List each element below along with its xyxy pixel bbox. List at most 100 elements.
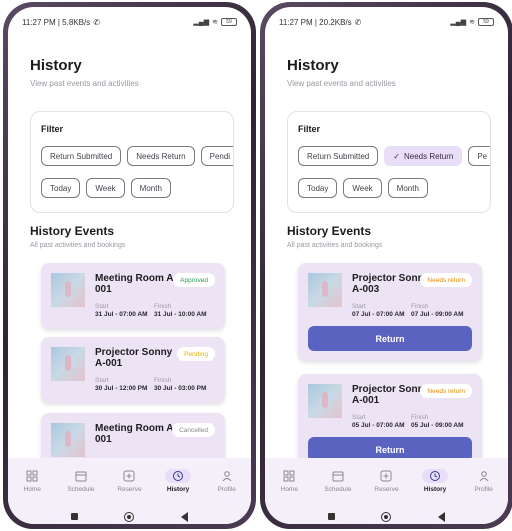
status-badge: Approved [173,273,215,287]
home-grid-icon [25,469,39,483]
chip-return-submitted[interactable]: Return Submitted [298,146,379,166]
section-subtitle: All past activities and bookings [287,242,383,249]
person-icon [477,469,491,483]
start-time: 31 Jul - 07:00 AM [95,311,148,318]
period-chip-row: Today Week Month [298,178,428,198]
chip-pending[interactable]: Pendi [200,146,233,166]
return-button[interactable]: Return [308,326,472,351]
nav-home[interactable]: Home [12,469,52,493]
event-card[interactable]: Projector Sonny A-001 Pending Start Fini… [41,337,225,403]
nav-profile[interactable]: Profile [464,469,504,493]
chip-pending[interactable]: Pe [468,146,490,166]
wifi-icon: ≋ [469,19,475,26]
signal-icon: ▂▄▆ [193,19,210,26]
nav-history[interactable]: History [415,469,455,493]
event-thumbnail [308,273,342,307]
back-icon[interactable] [437,511,445,522]
system-nav-bar [265,504,508,524]
nav-profile[interactable]: Profile [207,469,247,493]
finish-time: 07 Jul - 09:00 AM [411,311,464,318]
chip-month[interactable]: Month [130,178,171,198]
calendar-icon [331,469,345,483]
recents-icon[interactable] [71,513,79,520]
nav-reserve[interactable]: Reserve [109,469,149,493]
start-label: Start [95,377,109,384]
check-icon: ✓ [393,151,400,161]
chip-today[interactable]: Today [298,178,338,198]
status-bar: 11:27 PM | 20.2KB/s ✆ ▂▄▆ ≋ 59 [279,15,494,29]
home-grid-icon [282,469,296,483]
event-thumbnail [308,384,342,418]
home-button-icon[interactable] [124,511,135,522]
nav-reserve[interactable]: Reserve [366,469,406,493]
chip-needs-return[interactable]: ✓ Needs Return [384,146,463,166]
bottom-nav: Home Schedule Reserve History Profile [8,458,251,504]
event-thumbnail [51,273,85,307]
start-label: Start [352,414,366,421]
event-title: Meeting Room A 001 [95,423,174,445]
chip-return-submitted[interactable]: Return Submitted [41,146,122,166]
event-title: Projector Sonny A-001 [95,347,173,369]
status-time: 11:27 PM | 5.8KB/s [22,17,91,27]
status-time: 11:27 PM | 20.2KB/s [279,17,352,27]
back-icon[interactable] [180,511,188,522]
nav-schedule[interactable]: Schedule [61,469,101,493]
filter-label: Filter [298,124,321,134]
event-thumbnail [51,347,85,381]
page-subtitle: View past events and activities [287,79,396,88]
plus-square-icon [379,469,393,483]
notification-icon: ✆ [93,17,100,27]
event-card[interactable]: Projector Sonny A-003 Needs return Start… [298,263,482,361]
screen-right: 11:27 PM | 20.2KB/s ✆ ▂▄▆ ≋ 59 History V… [265,7,508,524]
wifi-icon: ≋ [212,19,218,26]
start-time: 30 Jul - 12:00 PM [95,385,148,392]
start-label: Start [95,303,109,310]
battery-icon: 59 [221,18,237,26]
calendar-icon [74,469,88,483]
history-icon [422,469,449,483]
person-icon [220,469,234,483]
plus-square-icon [122,469,136,483]
nav-home[interactable]: Home [269,469,309,493]
nav-schedule[interactable]: Schedule [318,469,358,493]
status-badge: Pending [177,347,215,361]
chip-today[interactable]: Today [41,178,81,198]
finish-time: 05 Jul - 09:00 AM [411,422,464,429]
home-button-icon[interactable] [381,511,392,522]
finish-label: Finish [411,414,429,421]
notification-icon: ✆ [354,17,362,27]
section-subtitle: All past activities and bookings [30,242,126,249]
finish-time: 30 Jul - 03:00 PM [154,385,207,392]
recents-icon[interactable] [328,513,336,520]
signal-icon: ▂▄▆ [450,19,467,26]
screen-left: 11:27 PM | 5.8KB/s ✆ ▂▄▆ ≋ 59 History Vi… [8,7,251,524]
battery-icon: 59 [478,18,494,26]
start-time: 05 Jul - 07:00 AM [352,422,405,429]
system-nav-bar [8,504,251,524]
period-chip-row: Today Week Month [41,178,171,198]
chip-month[interactable]: Month [387,178,428,198]
finish-label: Finish [154,377,172,384]
page-subtitle: View past events and activities [30,79,139,88]
chip-week[interactable]: Week [343,178,382,198]
event-title: Meeting Room A 001 [95,273,174,295]
start-label: Start [352,303,366,310]
phone-frame-right: 11:27 PM | 20.2KB/s ✆ ▂▄▆ ≋ 59 History V… [260,2,512,529]
nav-history[interactable]: History [158,469,198,493]
status-badge: Cancelled [172,423,215,437]
page-title: History [30,57,82,74]
section-title: History Events [287,224,372,238]
page-title: History [287,57,339,74]
chip-needs-return[interactable]: Needs Return [127,146,195,166]
finish-time: 31 Jul - 10:00 AM [154,311,207,318]
filter-label: Filter [41,124,64,134]
status-badge: Needs return [420,384,472,398]
event-thumbnail [51,423,85,457]
status-chip-row: Return Submitted ✓ Needs Return Pe [298,146,490,166]
filter-card: Filter Return Submitted Needs Return Pen… [30,111,234,213]
finish-label: Finish [154,303,172,310]
event-card[interactable]: Meeting Room A 001 Approved Start Finish… [41,263,225,329]
phone-frame-left: 11:27 PM | 5.8KB/s ✆ ▂▄▆ ≋ 59 History Vi… [3,2,256,529]
status-badge: Needs return [420,273,472,287]
chip-week[interactable]: Week [86,178,125,198]
